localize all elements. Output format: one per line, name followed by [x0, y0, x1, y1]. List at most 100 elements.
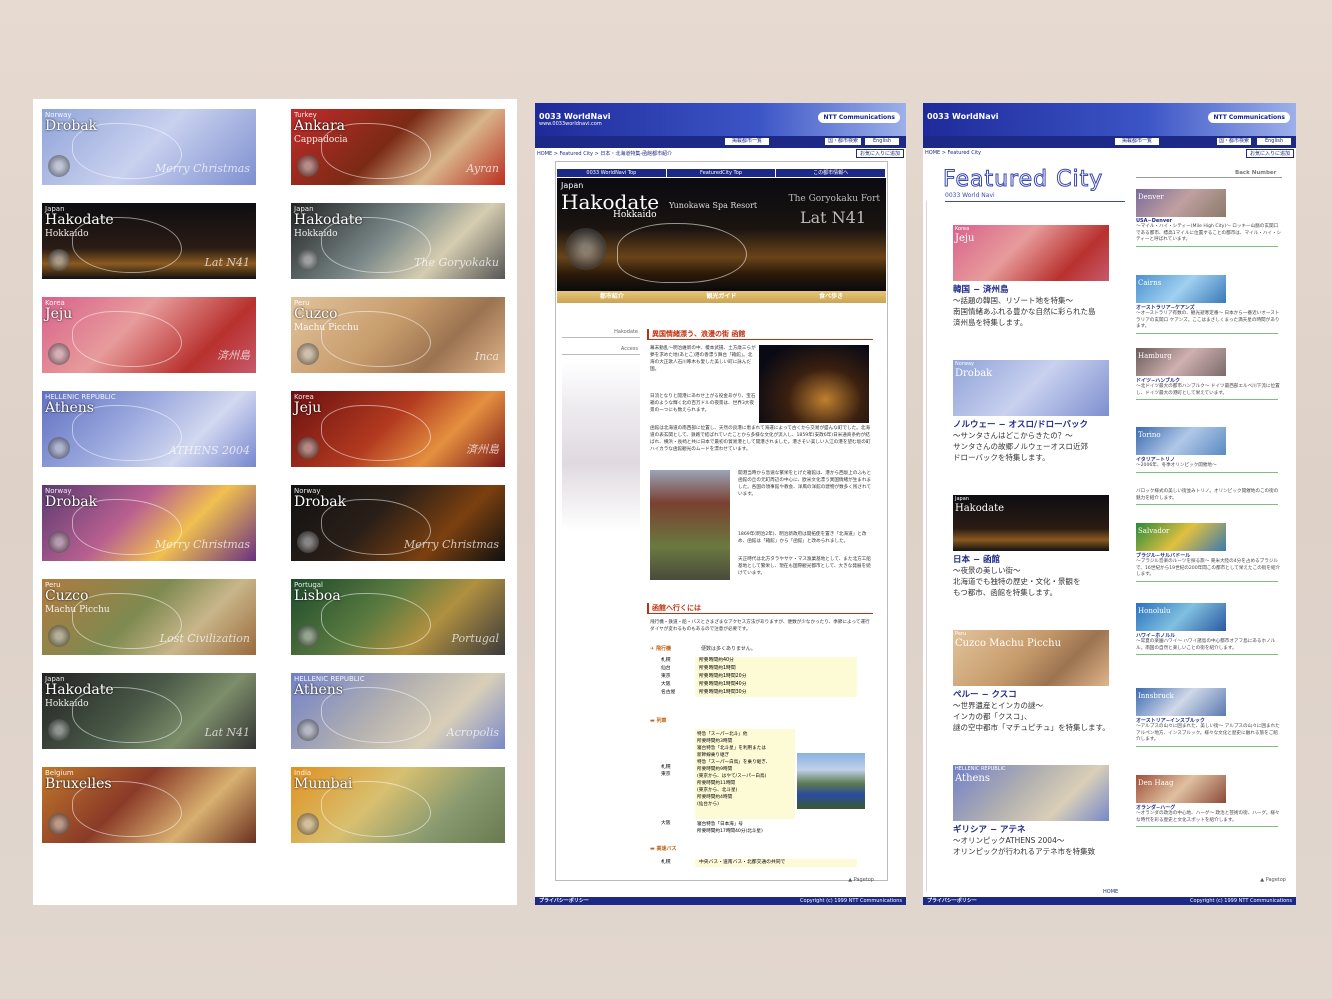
ntt-logo[interactable]: NTT Communications [818, 112, 900, 123]
english-button[interactable]: English [865, 138, 899, 145]
nav-featured-top[interactable]: FeaturedCity Top [667, 169, 777, 177]
back-number-link[interactable]: イタリア−トリノ [1136, 456, 1282, 463]
english-button[interactable]: English [1257, 138, 1291, 145]
banner-deco: 済州島 [466, 443, 499, 456]
back-number-item[interactable]: Denver USA−Denver 〜マイル・ハイ・シティー(Mile High C… [1136, 189, 1282, 247]
section-tabs: 都市紹介 観光ガイド 食べ歩き [557, 291, 886, 303]
city-thumbnail[interactable]: HELLENIC REPUBLIC Athens [953, 765, 1109, 821]
city-list-button[interactable]: 掲載都市一覧 [1115, 138, 1159, 145]
back-number-link[interactable]: ブラジル−サルバドール [1136, 552, 1282, 559]
city-banner[interactable]: Korea Jeju 済州島 [42, 297, 256, 373]
back-number-thumb[interactable]: Salvador [1136, 523, 1226, 551]
back-number-thumb[interactable]: Denver [1136, 189, 1226, 217]
ntt-logo[interactable]: NTT Communications [1208, 112, 1290, 123]
search-button[interactable]: 国・都市検索 [1217, 138, 1251, 145]
city-banner[interactable]: Belgium Bruxelles [42, 767, 256, 843]
site-logo[interactable]: 0033 WorldNavi www.0033worldnavi.com [539, 112, 611, 127]
banner-sub: Machu Picchu [45, 605, 110, 615]
banner-city: Jeju [294, 400, 322, 416]
air-row: 名古屋 所要時間約1時間30分 [657, 689, 857, 697]
city-banner[interactable]: Norway Drobak Merry Christmas [291, 485, 505, 561]
favorite-button[interactable]: お気に入りに追加 [1245, 149, 1294, 158]
city-banner[interactable]: HELLENIC REPUBLIC Athens ATHENS 2004 [42, 391, 256, 467]
city-banner[interactable]: Norway Drobak Merry Christmas [42, 109, 256, 185]
city-banner[interactable]: Peru Cuzco Machu Picchu Lost Civilizatio… [42, 579, 256, 655]
featured-city-item[interactable]: Peru Cuzco Machu Picchu ペルー − クスコ 〜世界遺産とイ… [953, 630, 1139, 733]
city-banner[interactable]: Peru Cuzco Machu Picchu Inca [291, 297, 505, 373]
back-number-thumb[interactable]: Innsbruck [1136, 688, 1226, 716]
banner-city: Lisboa [294, 588, 341, 604]
banner-city: Hakodate [45, 212, 114, 228]
city-banner[interactable]: HELLENIC REPUBLIC Athens Acropolis [291, 673, 505, 749]
back-number-link[interactable]: ハワイ−ホノルル [1136, 632, 1282, 639]
site-logo[interactable]: 0033 WorldNavi [927, 112, 999, 121]
city-title[interactable]: ギリシア − アテネ [953, 823, 1139, 835]
back-number-item[interactable]: Innsbruck オーストリア−インスブルック 〜アルプスの山々に囲まれた、美しい… [1136, 688, 1282, 747]
intro-text: 幕末動乱～明治維新の中、榎本武揚、土方歳三らが夢を求めた地(あとこ)港の香漂う舞… [650, 346, 756, 372]
back-number-thumb[interactable]: Honolulu [1136, 603, 1226, 631]
search-button[interactable]: 国・都市検索 [825, 138, 861, 145]
home-link[interactable]: HOME [1103, 889, 1118, 895]
privacy-link[interactable]: プライバシーポリシー [927, 898, 977, 904]
tab-food[interactable]: 食べ歩き [776, 291, 886, 303]
back-number-link[interactable]: オーストリア−インスブルック [1136, 717, 1282, 724]
city-list-button[interactable]: 掲載都市一覧 [725, 138, 769, 145]
back-number-thumb[interactable]: Den Haag [1136, 775, 1226, 803]
back-number-link[interactable]: オランダ−ハーグ [1136, 804, 1282, 811]
city-banner[interactable]: Japan Hakodate Hokkaido Lat N41 [42, 203, 256, 279]
back-number-item[interactable]: Torino イタリア−トリノ 〜2006年、冬季オリンピック開催地〜 [1136, 427, 1282, 473]
city-thumbnail[interactable]: Peru Cuzco Machu Picchu [953, 630, 1109, 686]
featured-city-item[interactable]: HELLENIC REPUBLIC Athens ギリシア − アテネ 〜オリンピ… [953, 765, 1139, 857]
banner-gallery: Norway Drobak Merry Christmas Turkey Ank… [33, 99, 517, 905]
city-thumbnail[interactable]: Korea Jeju [953, 225, 1109, 281]
city-banner[interactable]: Norway Drobak Merry Christmas [42, 485, 256, 561]
city-title[interactable]: 韓国 − 済州島 [953, 283, 1139, 295]
city-banner[interactable]: India Mumbai [291, 767, 505, 843]
sidenav-access[interactable]: Access [562, 344, 640, 355]
tab-sightseeing[interactable]: 観光ガイド [667, 291, 777, 303]
hero-banner: Japan Hakodate Hokkaido Yunokawa Spa Res… [557, 178, 886, 291]
banner-city: Hakodate [294, 212, 363, 228]
city-thumbnail[interactable]: Norway Drobak [953, 360, 1109, 416]
city-title[interactable]: ペルー − クスコ [953, 688, 1139, 700]
back-number-item[interactable]: バロック様式の美しい街並みトリノ。オリンピック開催地のこの街の魅力を紹介します。 [1136, 489, 1282, 505]
city-banner[interactable]: Portugal Lisboa Portugal [291, 579, 505, 655]
city-desc: 〜話題の韓国、リゾート地を特集〜 南国情緒あふれる豊かな自然に彩られた島 済州島… [953, 296, 1096, 327]
city-banner[interactable]: Turkey Ankara Cappadocia Ayran [291, 109, 505, 185]
back-number-thumb[interactable]: Torino [1136, 427, 1226, 455]
breadcrumb[interactable]: HOME > Featured City > 日本・北海道特集-函館都市紹介 [537, 150, 672, 157]
banner-city: Athens [45, 400, 94, 416]
favorite-button[interactable]: お気に入りに追加 [855, 149, 904, 158]
featured-city-item[interactable]: Norway Drobak ノルウェー − オスロ/ドローバック 〜サンタさんはど… [953, 360, 1139, 463]
tab-city-intro[interactable]: 都市紹介 [557, 291, 667, 303]
back-number-item[interactable]: Hamburg ドイツ−ハンブルク 〜北ドイツ最大の都市ハンブルク〜 ドイツ最西部エ… [1136, 348, 1282, 400]
back-number-thumb[interactable]: Cairns [1136, 275, 1226, 303]
back-number-thumb[interactable]: Hamburg [1136, 348, 1226, 376]
back-number-item[interactable]: Den Haag オランダ−ハーグ 〜オランダの政治の中心地、ハーグ〜 政治と芸術の… [1136, 775, 1282, 827]
banner-city: Jeju [45, 306, 73, 322]
back-number-desc: 〜2006年、冬季オリンピック開催地〜 [1136, 463, 1217, 468]
nav-city-info[interactable]: この都市情報へ [776, 169, 887, 177]
city-banner[interactable]: Korea Jeju 済州島 [291, 391, 505, 467]
intro-text-2: 日流となりと開港にあわせ上がる役金あがり、宝石箱のような輝く北の百万ドルの夜景は… [650, 394, 756, 413]
privacy-link[interactable]: プライバシーポリシー [539, 898, 589, 904]
city-title[interactable]: ノルウェー − オスロ/ドローバック [953, 418, 1139, 430]
featured-city-item[interactable]: Korea Jeju 韓国 − 済州島 〜話題の韓国、リゾート地を特集〜 南国情緒… [953, 225, 1139, 328]
city-thumbnail[interactable]: Japan Hakodate [953, 495, 1109, 551]
pagetop-link[interactable]: ▲ Pagetop [848, 877, 874, 883]
back-number-item[interactable]: Cairns オーストラリア−ケアンズ 〜オーストラリア有数の、観光避寒定番〜 日本… [1136, 275, 1282, 334]
back-number-item[interactable]: Honolulu ハワイ−ホノルル 〜常夏の楽園ハワイ〜 ハワイ諸島の中心都市オアフ… [1136, 603, 1282, 655]
sidenav-hakodate[interactable]: Hakodate [562, 327, 640, 338]
site-footer: プライバシーポリシー Copyright (c) 1999 NTT Communi… [923, 897, 1296, 905]
city-title[interactable]: 日本 − 函館 [953, 553, 1139, 565]
city-banner[interactable]: Japan Hakodate Hokkaido Lat N41 [42, 673, 256, 749]
pagetop-link[interactable]: ▲ Pagetop [1260, 877, 1286, 883]
featured-city-item[interactable]: Japan Hakodate 日本 − 函館 〜夜景の美しい街〜 北海道でも独特の… [953, 495, 1139, 598]
breadcrumb[interactable]: HOME > Featured City [925, 150, 981, 156]
back-number-link[interactable]: オーストラリア−ケアンズ [1136, 304, 1282, 311]
banner-deco: Merry Christmas [155, 162, 250, 175]
back-number-item[interactable]: Salvador ブラジル−サルバドール 〜ブラジル音楽のルーツを探る旅〜 東米大陸… [1136, 523, 1282, 582]
back-number-link[interactable]: ドイツ−ハンブルク [1136, 377, 1282, 384]
nav-worldnavi-top[interactable]: 0033 WorldNavi Top [557, 169, 667, 177]
city-banner[interactable]: Japan Hakodate Hokkaido The Goryokaku [291, 203, 505, 279]
